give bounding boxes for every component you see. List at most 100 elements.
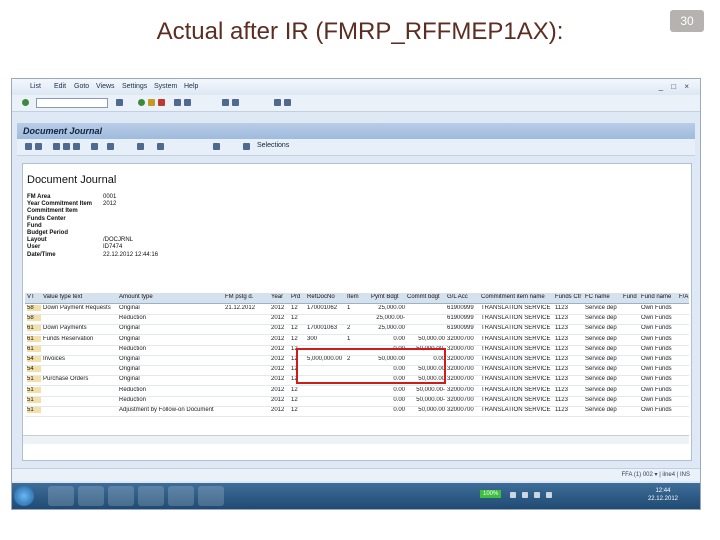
taskbar-sap[interactable] xyxy=(138,486,164,506)
table-cell: Own Funds xyxy=(641,356,672,362)
sap-window: List Edit Goto Views Settings System Hel… xyxy=(11,78,701,510)
table-cell: 2012 xyxy=(271,345,285,352)
table-cell: 2012 xyxy=(271,356,285,362)
layout-select-icon[interactable] xyxy=(107,143,114,150)
table-cell: 32000700 xyxy=(447,376,474,383)
shield-icon[interactable] xyxy=(546,492,552,498)
header-value: 0001 xyxy=(103,194,117,200)
command-field[interactable] xyxy=(36,98,108,108)
column-header[interactable]: FM pstg d. xyxy=(225,294,269,300)
column-header[interactable]: Fund xyxy=(623,294,639,300)
export-icon[interactable] xyxy=(91,143,98,150)
menu-help[interactable]: Help xyxy=(184,83,198,90)
table-cell: 50,000.00- xyxy=(416,396,445,403)
network-icon[interactable] xyxy=(510,492,516,498)
column-header[interactable]: F/A xyxy=(679,294,691,300)
column-header[interactable]: G/L Acc xyxy=(447,294,479,300)
column-header[interactable]: Pymt Bdgt xyxy=(371,294,405,300)
report-area: Document Journal FM Area 0001 Year Commitm… xyxy=(22,163,692,461)
table-row[interactable]: 51 Adjustment by Follow-on Document 2012 12… xyxy=(25,406,689,417)
start-button[interactable] xyxy=(14,486,34,506)
shortcut-icon[interactable] xyxy=(232,99,239,106)
window-controls[interactable]: _ □ × xyxy=(659,82,692,91)
table-cell: TRANSLATION SERVICE xyxy=(481,366,551,373)
menu-views[interactable]: Views xyxy=(96,83,115,90)
table-cell: Funds Reservation xyxy=(43,335,94,342)
menu-system[interactable]: System xyxy=(154,83,177,90)
header-value: /DOCJRNL xyxy=(103,237,134,244)
table-cell: 0.00 xyxy=(393,386,405,393)
column-header[interactable]: Commitment item name xyxy=(481,294,553,300)
print-preview-icon[interactable] xyxy=(53,143,60,150)
find-icon[interactable] xyxy=(184,99,191,106)
table-cell: 25,000.00 xyxy=(378,325,405,332)
column-header[interactable]: Prd xyxy=(291,294,305,300)
selections-button[interactable]: Selections xyxy=(257,142,289,149)
slide-title: Actual after IR (FMRP_RFFMEP1AX): xyxy=(156,18,564,45)
filter-icon[interactable] xyxy=(73,143,80,150)
menu-bar: List Edit Goto Views Settings System Hel… xyxy=(12,79,700,95)
taskbar-powerpoint[interactable] xyxy=(198,486,224,506)
details-icon[interactable] xyxy=(25,143,32,150)
taskbar-outlook[interactable] xyxy=(78,486,104,506)
table-cell: 1123 xyxy=(555,407,568,413)
table-cell: 51 xyxy=(27,407,41,413)
flag-icon[interactable] xyxy=(534,492,540,498)
clock-date: 22.12.2012 xyxy=(647,496,678,502)
table-cell: 54 xyxy=(27,356,41,362)
column-header[interactable]: FC name xyxy=(585,294,621,300)
save-icon[interactable] xyxy=(116,99,123,106)
header-label: User xyxy=(27,244,41,251)
table-cell: TRANSLATION SERVICE xyxy=(481,315,551,322)
menu-edit[interactable]: Edit xyxy=(54,83,66,90)
header-value: 22.12.2012 12:44:16 xyxy=(103,251,159,258)
horizontal-scrollbar[interactable] xyxy=(23,435,689,444)
column-header[interactable]: Amount type xyxy=(119,294,223,300)
print-icon[interactable] xyxy=(174,99,181,106)
column-header[interactable]: Year xyxy=(271,294,289,300)
volume-icon[interactable] xyxy=(522,492,528,498)
header-label: Date/Time xyxy=(27,251,56,258)
column-header[interactable]: VT xyxy=(27,294,41,300)
cancel-icon[interactable] xyxy=(158,99,165,106)
taskbar-ie[interactable] xyxy=(108,486,134,506)
header-label: Fund xyxy=(27,222,42,229)
table-cell: 2012 xyxy=(271,305,285,311)
column-header[interactable]: Fund name xyxy=(641,294,677,300)
table-cell: 61900999 xyxy=(447,315,474,322)
graphic-icon[interactable] xyxy=(137,143,144,150)
selections-icon[interactable] xyxy=(243,143,250,150)
menu-goto[interactable]: Goto xyxy=(74,83,89,90)
table-cell: 12 xyxy=(291,305,298,311)
taskbar-explorer[interactable] xyxy=(48,486,74,506)
info-icon[interactable] xyxy=(213,143,220,150)
column-icon[interactable] xyxy=(157,143,164,150)
back-icon[interactable] xyxy=(138,99,145,106)
enter-icon[interactable] xyxy=(22,99,29,106)
table-cell: Service dep xyxy=(585,305,617,311)
column-header[interactable]: Commt bdgt xyxy=(407,294,445,300)
menu-list[interactable]: List xyxy=(30,83,41,90)
column-header[interactable]: Funds Ctr xyxy=(555,294,583,300)
new-session-icon[interactable] xyxy=(222,99,229,106)
table-cell: Service dep xyxy=(585,386,617,393)
battery-indicator: 100% xyxy=(480,490,502,498)
table-cell: 2012 xyxy=(271,315,285,322)
taskbar-save[interactable] xyxy=(168,486,194,506)
table-cell: 2012 xyxy=(271,366,285,373)
sort-ascending-icon[interactable] xyxy=(35,143,42,150)
exit-icon[interactable] xyxy=(148,99,155,106)
header-value: 2012 xyxy=(103,201,117,208)
column-header[interactable]: Value type text xyxy=(43,294,117,300)
column-header[interactable]: Item xyxy=(347,294,369,300)
table-cell: 170001063 xyxy=(307,325,338,332)
sum-icon[interactable] xyxy=(63,143,70,150)
table-cell: Original xyxy=(119,335,140,342)
layout-icon[interactable] xyxy=(284,99,291,106)
menu-settings[interactable]: Settings xyxy=(122,83,147,90)
column-header[interactable]: RefDocNo xyxy=(307,294,345,300)
table-cell: Original xyxy=(119,356,140,362)
table-cell: Service dep xyxy=(585,325,617,332)
help-icon[interactable] xyxy=(274,99,281,106)
table-cell: Service dep xyxy=(585,315,617,322)
